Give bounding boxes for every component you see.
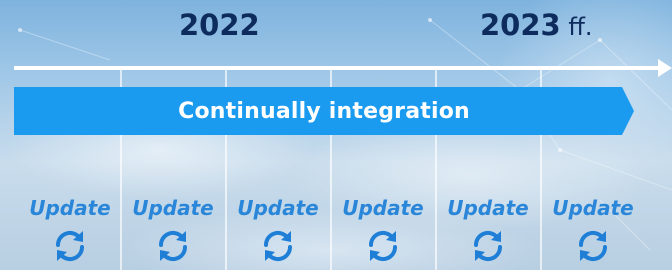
update-label: Update	[447, 196, 529, 220]
refresh-icon	[50, 226, 90, 266]
update-label: Update	[552, 196, 634, 220]
update-label: Update	[237, 196, 319, 220]
refresh-icon	[468, 226, 508, 266]
refresh-icon	[258, 226, 298, 266]
update-label: Update	[29, 196, 111, 220]
timeline-axis	[14, 66, 662, 70]
year-label-2023: 2023 ff.	[480, 8, 593, 42]
update-label: Update	[342, 196, 424, 220]
year-label-2022: 2022	[179, 8, 260, 42]
refresh-icon	[573, 226, 613, 266]
update-label: Update	[132, 196, 214, 220]
integration-banner-label: Continually integration	[178, 98, 470, 124]
refresh-icon	[363, 226, 403, 266]
timeline-diagram: 2022 2023 ff. Continually integration Up…	[0, 0, 672, 270]
refresh-icon	[153, 226, 193, 266]
timeline-arrowhead	[658, 59, 672, 77]
